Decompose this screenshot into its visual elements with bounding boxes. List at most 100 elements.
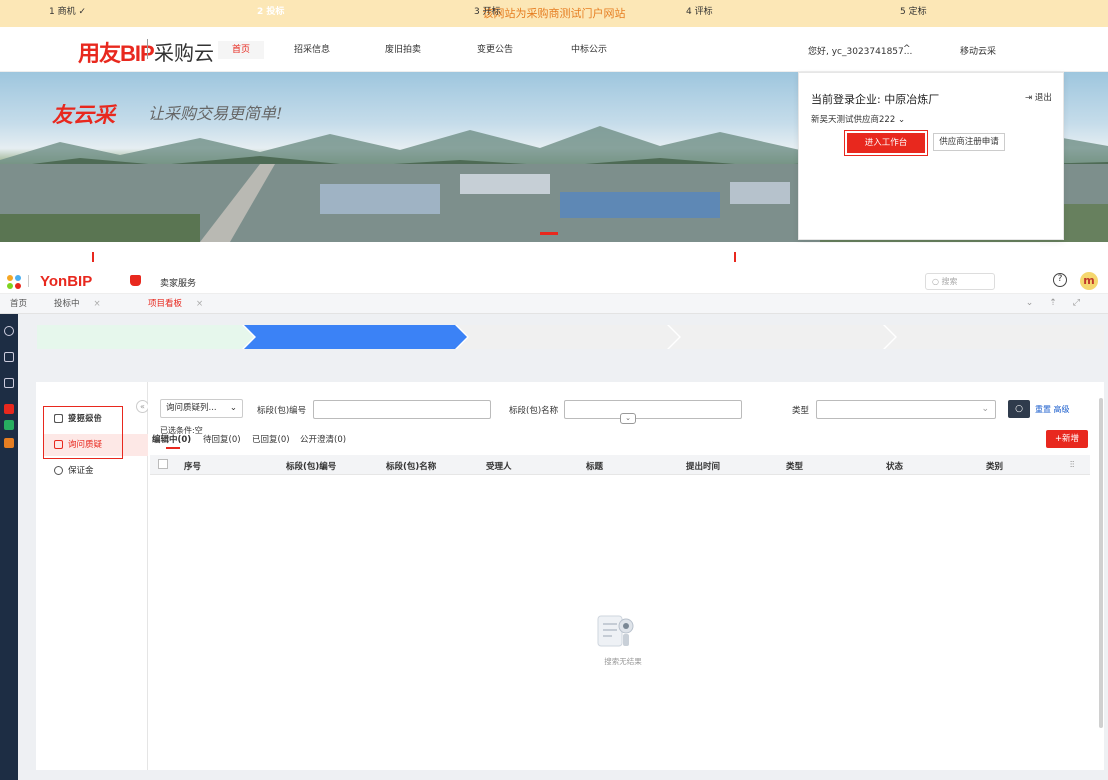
youyuncai-brand: 友云采 (52, 102, 115, 127)
main-panel (148, 382, 1104, 770)
user-greeting[interactable]: 您好, yc_3023741857... (808, 44, 912, 57)
chevron-up-icon[interactable]: ^ (903, 44, 911, 54)
login-card: 当前登录企业: 中原冶炼厂 ⇥ 退出 新吴天测试供应商222 ⌄ 进入工作台 供… (798, 72, 1064, 240)
current-enterprise: 当前登录企业: 中原冶炼厂 (811, 93, 940, 106)
logout-icon: ⇥ (1025, 93, 1035, 103)
expand-icon[interactable]: ⌄ (620, 413, 636, 424)
search-placeholder: 搜索 (941, 277, 958, 286)
menu-deposit[interactable]: 保证金 (44, 460, 144, 482)
chevron-down-icon: ⌄ (229, 403, 237, 413)
highlight-annotation (43, 406, 123, 459)
tab-bidding[interactable]: 投标中 × (44, 294, 144, 314)
reset-advanced[interactable]: 重置 高级 (1035, 404, 1070, 415)
app-shortcut-icon[interactable] (4, 404, 14, 414)
col-code[interactable]: 标段(包)编号 (286, 460, 336, 472)
enter-workbench-button[interactable]: 进入工作台 (847, 133, 925, 153)
nav-change-notice[interactable]: 变更公告 (472, 41, 518, 59)
nav-award-notice[interactable]: 中标公示 (566, 41, 612, 59)
empty-text: 搜索无结果 (604, 657, 642, 666)
yonbip-logo[interactable]: YonBIP (40, 273, 92, 290)
empty-state-icon (597, 615, 634, 647)
page-tabs: 首页 投标中 × 项目看板 × ⌄⇡⤢ (0, 294, 1108, 314)
col-type[interactable]: 类型 (786, 460, 803, 472)
advanced-link[interactable]: 高级 (1054, 405, 1070, 414)
search-icon[interactable] (4, 326, 14, 336)
hero-slogan: 让采购交易更简单! (148, 104, 283, 123)
section-marker (92, 252, 94, 262)
step-evaluation[interactable]: 4 评标 (674, 0, 713, 24)
seller-service-title: 卖家服务 (160, 279, 197, 289)
avatar[interactable]: m (1080, 272, 1098, 290)
step-opening[interactable]: 3 开标 (462, 0, 501, 24)
chevron-down-icon: ⌄ (981, 404, 989, 414)
mobile-cloud-link[interactable]: 移动云采 (960, 44, 996, 57)
exit-link[interactable]: ⇥ 退出 (1025, 91, 1052, 103)
search-icon: ○ (932, 277, 942, 286)
close-icon[interactable]: × (94, 299, 101, 309)
select-all-checkbox[interactable] (158, 459, 168, 469)
carousel-indicator[interactable] (540, 232, 558, 235)
step-award[interactable]: 5 定标 (888, 0, 927, 24)
vertical-scrollbar[interactable] (1099, 398, 1103, 728)
col-handler[interactable]: 受理人 (486, 460, 512, 472)
select-value: 询问质疑列... (166, 403, 217, 413)
nav-tender-info[interactable]: 招采信息 (290, 41, 334, 59)
app-topbar: YonBIP 卖家服务 ○ 搜索 ? m (0, 269, 1108, 294)
app-shortcut-icon[interactable] (4, 420, 14, 430)
supplier-register-button[interactable]: 供应商注册申请 (933, 133, 1005, 151)
portal-header: 用友BIP 采购云 首页 招采信息 废旧拍卖 变更公告 中标公示 您好, yc_… (0, 27, 1108, 72)
message-icon[interactable] (4, 378, 14, 388)
name-label: 标段(包)名称 (509, 406, 559, 416)
nav-auction[interactable]: 废旧拍卖 (380, 41, 426, 59)
global-search-input[interactable]: ○ 搜索 (925, 273, 995, 290)
col-time[interactable]: 提出时间 (686, 460, 720, 472)
procurement-cloud-logo: 采购云 (154, 43, 214, 65)
name-input[interactable] (564, 400, 742, 419)
tab-label: 投标中 (54, 299, 80, 309)
col-index[interactable]: 序号 (184, 460, 201, 472)
menu-label: 保证金 (68, 466, 94, 476)
exit-label: 退出 (1034, 93, 1052, 103)
step-bidding[interactable]: 2 投标 (245, 0, 284, 24)
col-title[interactable]: 标题 (586, 460, 603, 472)
section-marker (734, 252, 736, 262)
logo-divider (147, 39, 148, 59)
code-label: 标段(包)编号 (257, 406, 307, 416)
yonyou-bip-logo[interactable]: 用友BIP (78, 36, 155, 68)
side-rail (0, 314, 18, 780)
supplier-switcher[interactable]: 新吴天测试供应商222 ⌄ (811, 113, 905, 125)
search-button[interactable]: ○ (1008, 400, 1030, 418)
subtab-editing[interactable]: 编辑中(0) (152, 433, 191, 449)
view-select[interactable]: 询问质疑列... ⌄ (160, 399, 243, 418)
home-icon[interactable] (130, 275, 141, 286)
add-button[interactable]: +新增 (1046, 430, 1088, 448)
supplier-name: 新吴天测试供应商222 (811, 115, 896, 125)
subtab-replied[interactable]: 已回复(0) (252, 433, 290, 445)
divider (28, 275, 29, 287)
type-label: 类型 (792, 406, 810, 416)
subtab-clarified[interactable]: 公开澄清(0) (300, 433, 346, 445)
section-strip (80, 243, 1040, 269)
nav-home[interactable]: 首页 (218, 41, 264, 59)
tab-home[interactable]: 首页 (0, 294, 40, 314)
reset-link[interactable]: 重置 (1035, 405, 1051, 414)
code-input[interactable] (313, 400, 491, 419)
step-opportunity[interactable]: 1 商机 ✓ (37, 0, 86, 24)
test-portal-banner: 该网站为采购商测试门户网站 (0, 0, 1108, 27)
document-icon[interactable] (4, 352, 14, 362)
tab-project-board[interactable]: 项目看板 × (138, 294, 238, 314)
app-launcher-icon[interactable] (6, 274, 22, 290)
tab-actions[interactable]: ⌄⇡⤢ (1026, 298, 1096, 308)
close-icon[interactable]: × (196, 299, 203, 309)
subtab-pending[interactable]: 待回复(0) (203, 433, 241, 445)
type-select[interactable]: ⌄ (816, 400, 996, 419)
col-name[interactable]: 标段(包)名称 (386, 460, 436, 472)
steps-chevrons (37, 325, 1104, 349)
deposit-icon (54, 466, 63, 475)
col-status[interactable]: 状态 (886, 460, 903, 472)
column-settings-icon[interactable]: ⫶⫶ (1070, 460, 1074, 470)
app-shortcut-icon[interactable] (4, 438, 14, 448)
chevron-down-icon: ⌄ (897, 115, 906, 125)
help-icon[interactable]: ? (1053, 273, 1067, 287)
col-category[interactable]: 类别 (986, 460, 1003, 472)
